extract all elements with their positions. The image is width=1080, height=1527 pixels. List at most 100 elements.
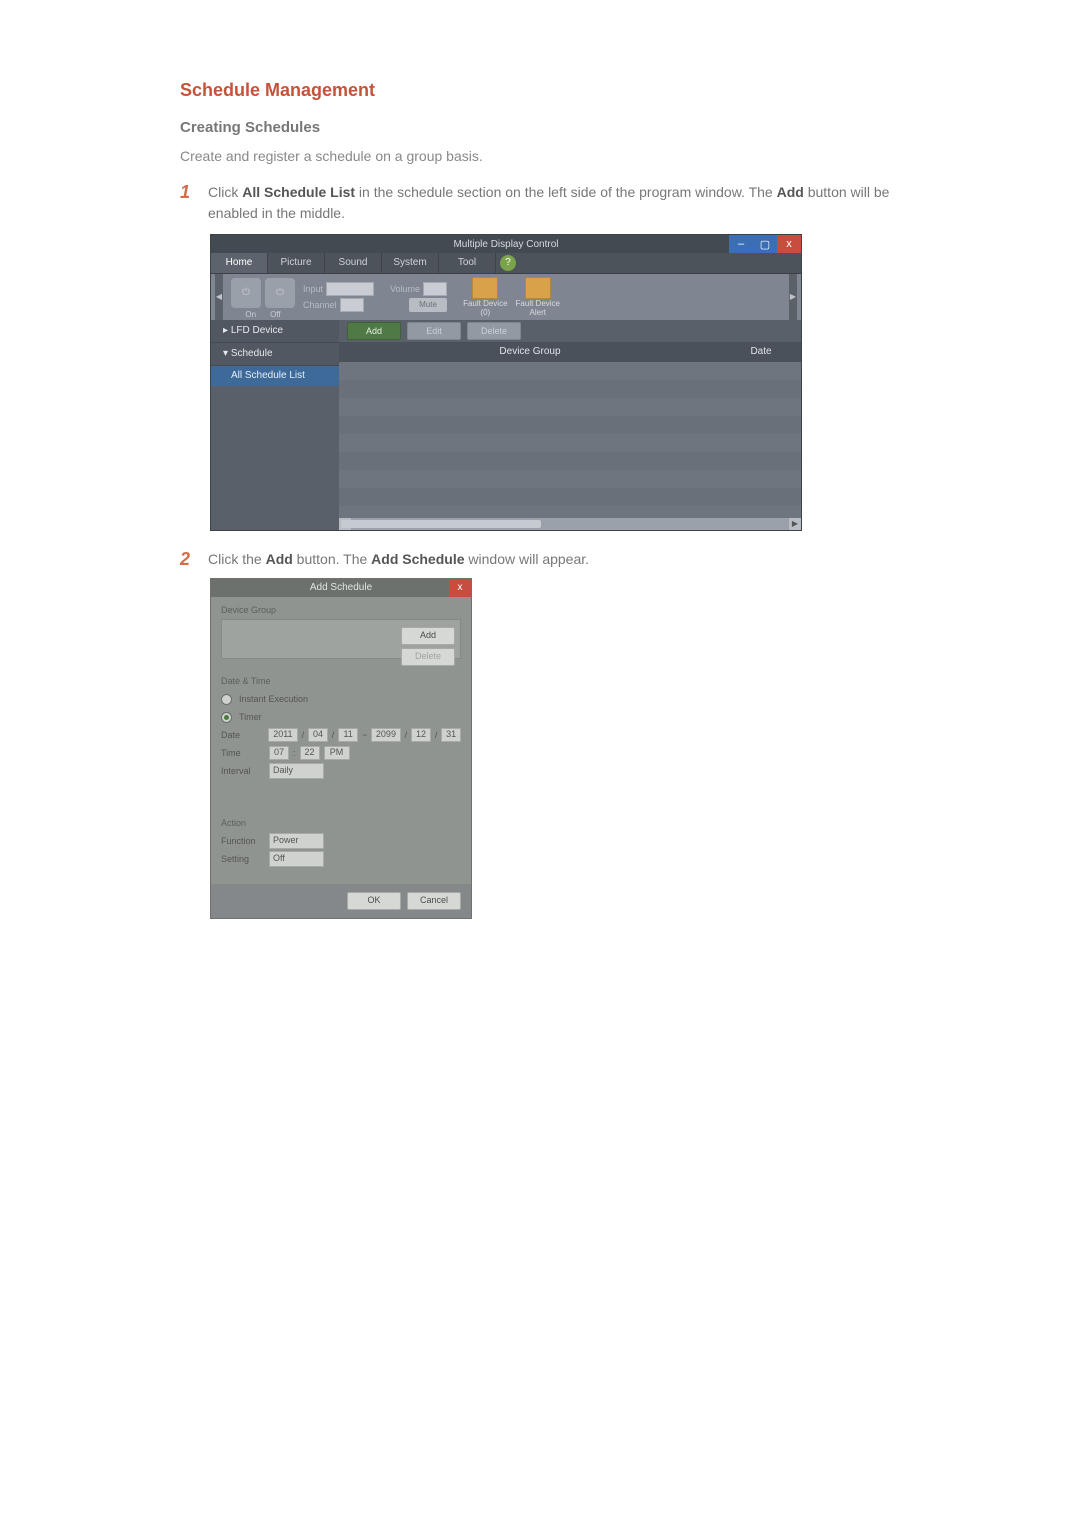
scroll-thumb[interactable]: [341, 520, 541, 528]
bold: Add: [777, 184, 804, 200]
input-label: Input: [303, 284, 323, 294]
add-schedule-dialog: Add Schedule x Device Group Add Delete D…: [210, 578, 472, 919]
date-from-day[interactable]: 11: [338, 728, 358, 742]
date-time-legend: Date & Time: [221, 676, 461, 686]
grid-header: Device Group Date: [339, 342, 801, 362]
section-title: Schedule Management: [180, 80, 900, 101]
scroll-right-icon[interactable]: ▶: [789, 518, 801, 530]
date-from-year[interactable]: 2011: [268, 728, 297, 742]
time-ampm[interactable]: PM: [324, 746, 350, 760]
power-off-button[interactable]: ⏻: [265, 278, 295, 308]
device-group-delete-button: Delete: [401, 648, 455, 666]
power-on-button[interactable]: ⏻: [231, 278, 261, 308]
horizontal-scrollbar[interactable]: ◀ ▶: [339, 518, 801, 530]
input-select[interactable]: [326, 282, 374, 296]
tab-home[interactable]: Home: [211, 253, 268, 273]
power-icon: ⏻: [242, 287, 250, 298]
sep: /: [435, 730, 438, 740]
sep: :: [293, 748, 296, 758]
step-2-text: Click the Add button. The Add Schedule w…: [208, 549, 589, 570]
off-label: Off: [270, 310, 281, 319]
sidebar-item-all-schedule-list[interactable]: All Schedule List: [211, 366, 339, 386]
date-to-day[interactable]: 31: [441, 728, 461, 742]
toolbar: Add Edit Delete: [339, 320, 801, 342]
ribbon-prev-icon[interactable]: ◀: [215, 274, 223, 320]
time-minute[interactable]: 22: [300, 746, 320, 760]
ok-button[interactable]: OK: [347, 892, 401, 910]
device-group-legend: Device Group: [221, 605, 461, 615]
device-group-add-button[interactable]: Add: [401, 627, 455, 645]
tab-picture[interactable]: Picture: [268, 253, 325, 273]
mute-button[interactable]: Mute: [409, 298, 447, 312]
schedule-label: Schedule: [231, 348, 273, 359]
lfd-label: LFD Device: [231, 325, 283, 336]
delete-button: Delete: [467, 322, 521, 340]
date-range-sep: ~: [362, 730, 367, 740]
step-number: 2: [180, 549, 194, 570]
date-to-month[interactable]: 12: [411, 728, 431, 742]
sep: /: [302, 730, 305, 740]
t: in the schedule section on the left side…: [355, 184, 777, 200]
maximize-button[interactable]: ▢: [753, 235, 777, 253]
window-title: Multiple Display Control: [211, 239, 801, 250]
bold: Add Schedule: [371, 551, 464, 567]
timer-label: Timer: [239, 712, 262, 722]
time-hour[interactable]: 07: [269, 746, 289, 760]
channel-label: Channel: [303, 300, 337, 310]
timer-radio[interactable]: [221, 712, 232, 723]
ribbon: ◀ ⏻ ⏻ On Off Input Channel Volume Mute: [211, 274, 801, 320]
date-label: Date: [221, 730, 264, 740]
ribbon-next-icon[interactable]: ▶: [789, 274, 797, 320]
grid-body: [339, 362, 801, 518]
fault-device-icon[interactable]: [472, 277, 498, 299]
time-label: Time: [221, 748, 265, 758]
cancel-button[interactable]: Cancel: [407, 892, 461, 910]
setting-select[interactable]: Off: [269, 851, 324, 867]
titlebar: Multiple Display Control – ▢ x: [211, 235, 801, 253]
t: Click the: [208, 551, 266, 567]
fault-alert-label: Fault Device Alert: [516, 299, 560, 317]
tab-system[interactable]: System: [382, 253, 439, 273]
power-icon: ⏻: [276, 287, 284, 298]
fault-alert-icon[interactable]: [525, 277, 551, 299]
interval-select[interactable]: Daily: [269, 763, 324, 779]
tab-tool[interactable]: Tool: [439, 253, 496, 273]
sep: /: [332, 730, 335, 740]
action-legend: Action: [221, 818, 461, 828]
dialog-close-button[interactable]: x: [449, 579, 471, 597]
sidebar-section-schedule[interactable]: ▾ Schedule: [211, 343, 339, 366]
minimize-button[interactable]: –: [729, 235, 753, 253]
intro-text: Create and register a schedule on a grou…: [180, 148, 900, 164]
bold: All Schedule List: [242, 184, 355, 200]
col-date[interactable]: Date: [721, 342, 801, 362]
subsection-title: Creating Schedules: [180, 119, 900, 136]
mdc-window: Multiple Display Control – ▢ x Home Pict…: [210, 234, 802, 531]
volume-stepper[interactable]: [423, 282, 447, 296]
col-device-group[interactable]: Device Group: [339, 342, 721, 362]
close-button[interactable]: x: [777, 235, 801, 253]
volume-label: Volume: [390, 284, 420, 294]
bold: Add: [266, 551, 293, 567]
t: Click: [208, 184, 242, 200]
on-label: On: [245, 310, 256, 319]
tab-bar: Home Picture Sound System Tool ?: [211, 253, 801, 274]
channel-stepper[interactable]: [340, 298, 364, 312]
help-icon[interactable]: ?: [500, 255, 516, 271]
instant-radio[interactable]: [221, 694, 232, 705]
sidebar: ▸ LFD Device ▾ Schedule All Schedule Lis…: [211, 320, 339, 530]
setting-label: Setting: [221, 854, 265, 864]
function-label: Function: [221, 836, 265, 846]
sep: /: [405, 730, 408, 740]
sidebar-section-lfd[interactable]: ▸ LFD Device: [211, 320, 339, 343]
date-to-year[interactable]: 2099: [371, 728, 400, 742]
edit-button: Edit: [407, 322, 461, 340]
add-button[interactable]: Add: [347, 322, 401, 340]
date-from-month[interactable]: 04: [308, 728, 328, 742]
dialog-title-text: Add Schedule: [310, 582, 372, 593]
tab-sound[interactable]: Sound: [325, 253, 382, 273]
instant-label: Instant Execution: [239, 694, 308, 704]
fault-device-label: Fault Device (0): [463, 299, 507, 317]
function-select[interactable]: Power: [269, 833, 324, 849]
t: window will appear.: [465, 551, 590, 567]
interval-label: Interval: [221, 766, 265, 776]
